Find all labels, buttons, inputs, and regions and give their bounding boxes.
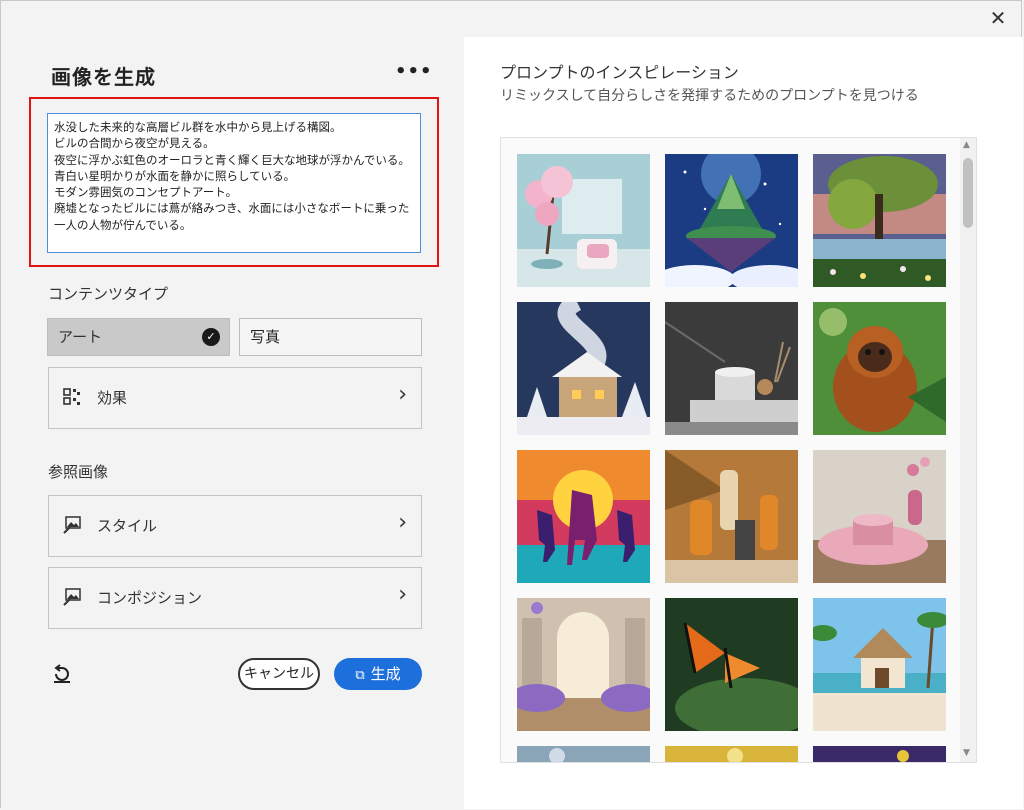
cosmetic-bottles-thumbnail[interactable] — [665, 450, 798, 583]
generate-label: 生成 — [370, 665, 401, 683]
willow-tree-lake-thumbnail[interactable] — [813, 154, 946, 287]
composition-label: コンポジション — [97, 589, 203, 607]
more-options-icon[interactable]: ••• — [395, 61, 433, 82]
neon-horses-thumbnail[interactable] — [517, 450, 650, 583]
image-reference-icon — [63, 516, 81, 534]
reset-icon[interactable] — [51, 663, 73, 690]
generate-image-dialog: ✕ 画像を生成 ••• 水没した未来的な高層ビル群を水中から見上げる構図。 ビル… — [0, 0, 1023, 809]
reference-image-label: 参照画像 — [48, 463, 109, 481]
titlebar: ✕ — [1, 1, 1021, 37]
partial-thumbnail-2[interactable] — [665, 746, 798, 762]
photo-option-label: 写真 — [250, 328, 281, 346]
scroll-up-icon[interactable]: ▲ — [963, 140, 970, 150]
content-type-label: コンテンツタイプ — [48, 285, 169, 303]
butterfly-thumbnail[interactable] — [665, 598, 798, 731]
lavender-hall-thumbnail[interactable] — [517, 598, 650, 731]
effects-icon — [63, 388, 80, 405]
scroll-thumb[interactable] — [963, 158, 973, 228]
generate-button[interactable]: ⧉ 生成 — [334, 658, 422, 690]
settings-panel: 画像を生成 ••• 水没した未来的な高層ビル群を水中から見上げる構図。 ビルの合… — [1, 37, 464, 809]
marble-podium-thumbnail[interactable] — [665, 302, 798, 435]
close-icon[interactable]: ✕ — [985, 5, 1011, 31]
pink-podium-thumbnail[interactable] — [813, 450, 946, 583]
effects-label: 効果 — [97, 389, 128, 407]
beach-hut-thumbnail[interactable] — [813, 598, 946, 731]
orangutan-thumbnail[interactable] — [813, 302, 946, 435]
style-label: スタイル — [97, 517, 158, 535]
check-icon: ✓ — [202, 328, 220, 346]
snowy-cottage-thumbnail[interactable] — [517, 302, 650, 435]
partial-thumbnail-1[interactable] — [517, 746, 650, 762]
cancel-button[interactable]: キャンセル — [238, 658, 320, 690]
chevron-right-icon: › — [398, 510, 407, 535]
chevron-right-icon: › — [398, 382, 407, 407]
floating-island-thumbnail[interactable] — [665, 154, 798, 287]
inspiration-panel: プロンプトのインスピレーション リミックスして自分らしさを発揮するためのプロンプ… — [464, 37, 1023, 809]
generate-icon: ⧉ — [355, 668, 365, 683]
content-type-art-option[interactable]: アート ✓ — [47, 318, 230, 356]
composition-button[interactable]: コンポジション › — [48, 567, 422, 629]
inspiration-subtitle: リミックスして自分らしさを発揮するためのプロンプトを見つける — [500, 88, 919, 104]
prompt-input[interactable]: 水没した未来的な高層ビル群を水中から見上げる構図。 ビルの合間から夜空が見える。… — [47, 113, 421, 253]
content-type-photo-option[interactable]: 写真 — [239, 318, 422, 356]
image-reference-icon — [63, 588, 81, 606]
style-button[interactable]: スタイル › — [48, 495, 422, 557]
chevron-right-icon: › — [398, 582, 407, 607]
effects-button[interactable]: 効果 › — [48, 367, 422, 429]
art-option-label: アート — [58, 328, 103, 346]
inspiration-gallery: ▲ ▼ — [500, 137, 977, 763]
scroll-down-icon[interactable]: ▼ — [963, 748, 970, 758]
page-title: 画像を生成 — [51, 65, 156, 89]
gallery-scrollbar[interactable]: ▲ ▼ — [960, 138, 976, 762]
partial-thumbnail-3[interactable] — [813, 746, 946, 762]
cherry-blossom-room-thumbnail[interactable] — [517, 154, 650, 287]
inspiration-title: プロンプトのインスピレーション — [500, 63, 739, 82]
